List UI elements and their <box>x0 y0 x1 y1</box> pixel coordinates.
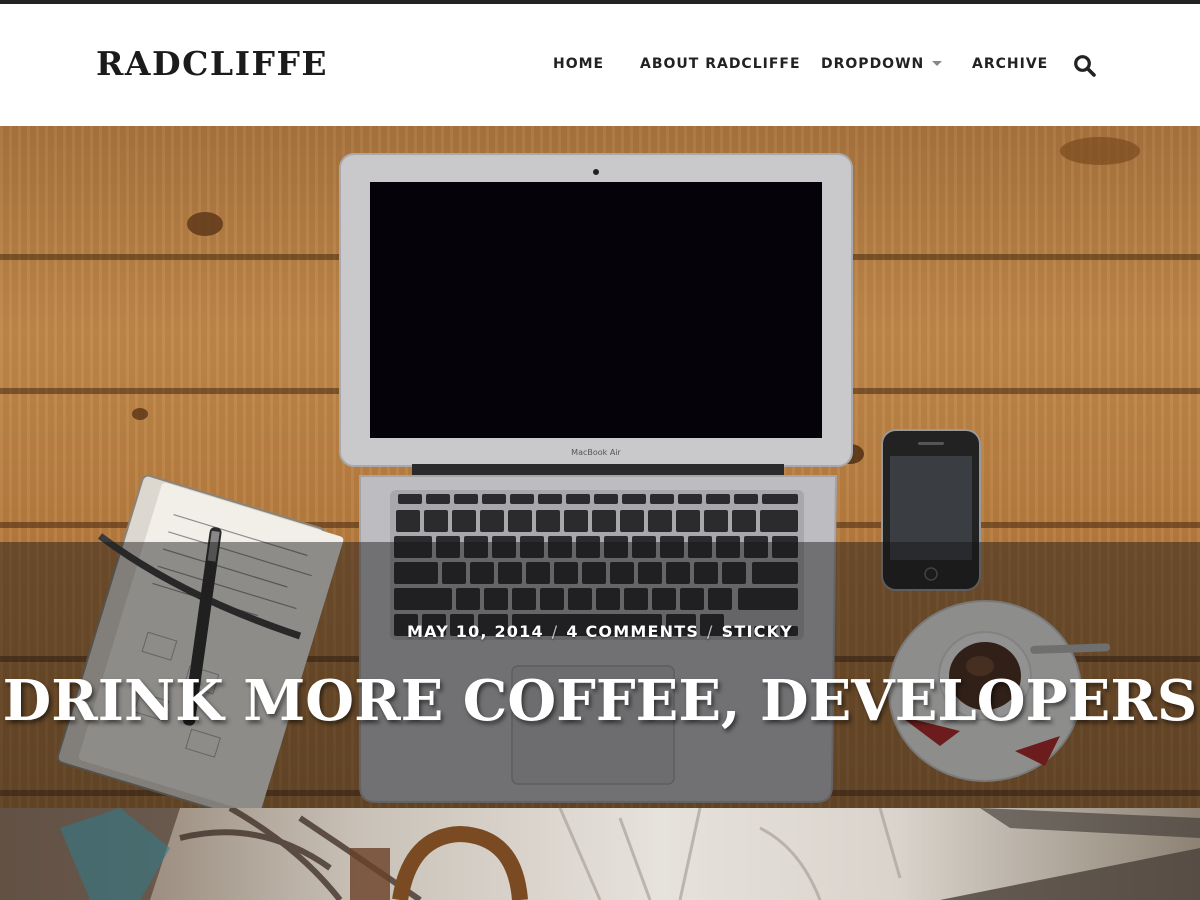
nav-item-about[interactable]: ABOUT RADCLIFFE <box>640 56 801 72</box>
featured-post-hero[interactable]: MacBook Air MAY 10, 2014/4 COMMENTS / ST… <box>0 126 1200 808</box>
meta-separator: / <box>551 622 559 641</box>
post-title[interactable]: DRINK MORE COFFEE, DEVELOPERS <box>0 668 1200 734</box>
meta-separator: / <box>707 622 714 641</box>
post-category-link[interactable]: STICKY <box>722 622 793 641</box>
next-post-photo <box>0 808 1200 900</box>
nav-item-archive[interactable]: ARCHIVE <box>972 56 1048 72</box>
next-post-image[interactable] <box>0 808 1200 900</box>
main-nav: HOME ABOUT RADCLIFFE DROPDOWN ARCHIVE <box>0 56 1200 76</box>
laptop-brand-label: MacBook Air <box>571 448 621 457</box>
post-meta: MAY 10, 2014 / 4 COMMENTS / STICKY <box>0 622 1200 641</box>
site-header: RADCLIFFE HOME ABOUT RADCLIFFE DROPDOWN … <box>0 4 1200 126</box>
nav-item-dropdown-label: DROPDOWN <box>821 56 925 72</box>
post-date[interactable]: MAY 10, 2014 <box>407 622 544 641</box>
nav-item-dropdown[interactable]: DROPDOWN <box>821 56 943 72</box>
nav-item-home[interactable]: HOME <box>553 56 604 72</box>
search-button[interactable] <box>1073 54 1097 78</box>
search-icon <box>1074 55 1096 77</box>
post-comments-link[interactable]: 4 COMMENTS <box>566 622 699 641</box>
caret-down-icon <box>932 60 943 66</box>
